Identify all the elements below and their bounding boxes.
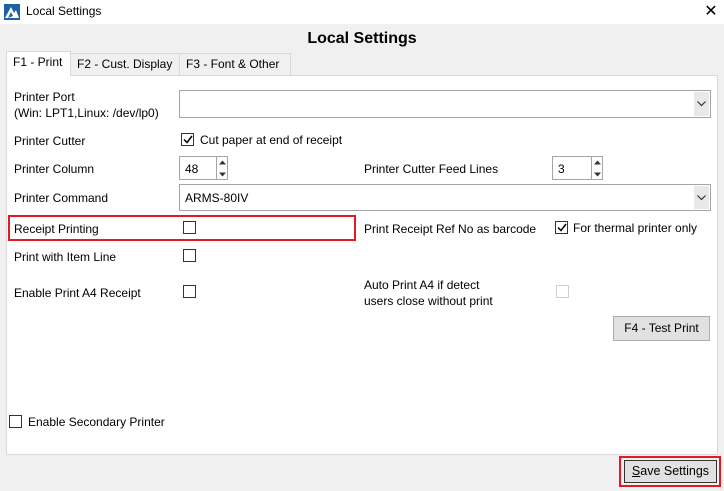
printer-column-value: 48 [185,162,199,176]
secondary-printer-checkbox[interactable] [9,415,22,428]
cutter-feed-lines-input[interactable]: 3 [552,156,592,180]
secondary-printer-label: Enable Secondary Printer [28,415,165,429]
chevron-down-icon[interactable] [693,92,709,116]
enable-a4-checkbox[interactable] [183,285,196,298]
receipt-ref-barcode-label: Print Receipt Ref No as barcode [364,222,537,236]
printer-port-hint: (Win: LPT1,Linux: /dev/lp0) [14,106,159,120]
tab-f1-print[interactable]: F1 - Print [6,51,71,76]
save-settings-button[interactable]: Save Settings [624,460,717,483]
save-accelerator-key: S [631,464,641,478]
page-title: Local Settings [307,30,417,47]
cut-paper-label: Cut paper at end of receipt [200,133,343,147]
printer-cutter-label: Printer Cutter [14,134,86,148]
chevron-down-icon[interactable] [693,186,709,209]
thermal-printer-label: For thermal printer only [573,221,698,235]
printer-command-value: ARMS-80IV [185,191,249,205]
print-item-line-label: Print with Item Line [14,250,117,264]
auto-print-a4-label-2: users close without print [364,294,493,308]
cutter-feed-lines-label: Printer Cutter Feed Lines [364,162,499,176]
cut-paper-checkbox[interactable] [181,133,194,146]
close-icon[interactable]: ✕ [700,1,722,21]
app-logo-icon [4,4,20,20]
printer-column-spinner[interactable] [217,156,228,180]
tab-f3-font-other[interactable]: F3 - Font & Other [179,53,291,75]
printer-command-combo[interactable]: ARMS-80IV [179,184,711,211]
spin-down-icon[interactable] [592,169,602,180]
tab-f2-cust-display[interactable]: F2 - Cust. Display [70,53,180,75]
printer-port-combo[interactable] [179,90,711,118]
checkmark-icon [183,135,193,144]
printer-column-label: Printer Column [14,162,95,176]
auto-print-a4-checkbox[interactable] [556,285,569,298]
title-bar: Local Settings ✕ [0,0,724,24]
spin-up-icon[interactable] [217,157,227,168]
window-title: Local Settings [26,4,102,18]
enable-a4-label: Enable Print A4 Receipt [14,286,141,300]
cutter-feed-lines-spinner[interactable] [592,156,603,180]
print-item-line-checkbox[interactable] [183,249,196,262]
printer-port-label: Printer Port [14,90,75,104]
test-print-button[interactable]: F4 - Test Print [613,316,710,341]
printer-command-label: Printer Command [14,191,109,205]
spin-down-icon[interactable] [217,169,227,180]
checkmark-icon [557,223,567,232]
printer-column-input[interactable]: 48 [179,156,217,180]
spin-up-icon[interactable] [592,157,602,168]
receipt-printing-label: Receipt Printing [14,222,99,236]
cutter-feed-lines-value: 3 [558,162,565,176]
save-button-label-rest: ave Settings [640,464,710,478]
auto-print-a4-label-1: Auto Print A4 if detect [364,278,480,292]
print-settings-panel [6,75,718,455]
thermal-printer-checkbox[interactable] [555,221,568,234]
receipt-printing-checkbox[interactable] [183,221,196,234]
